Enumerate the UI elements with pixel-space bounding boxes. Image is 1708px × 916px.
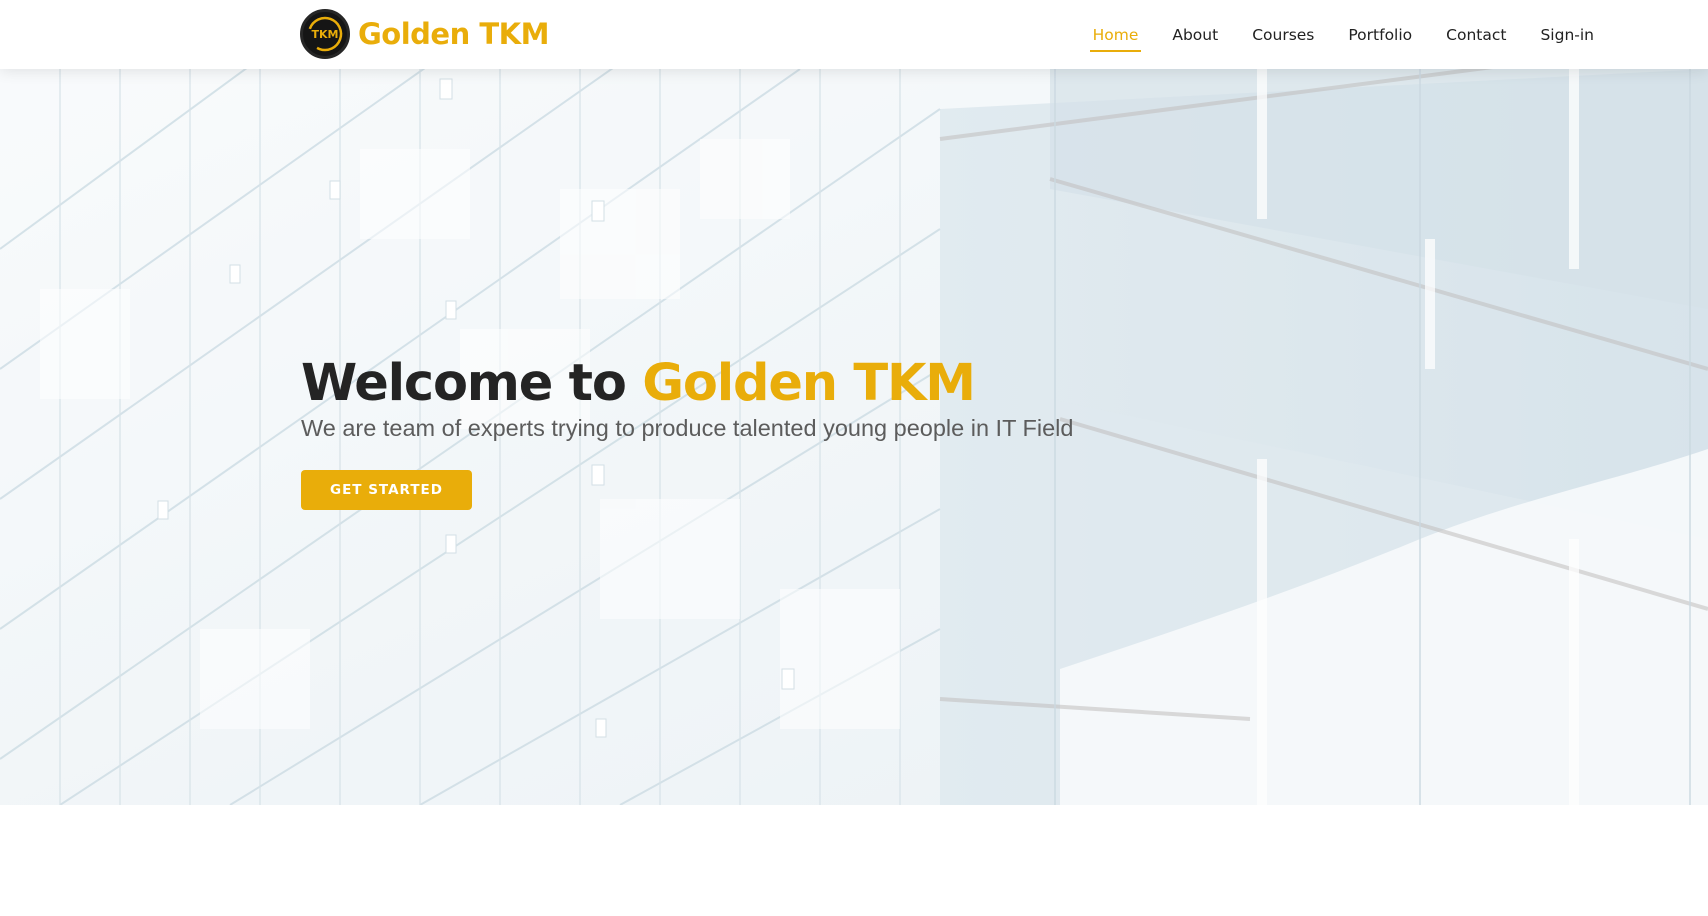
brand[interactable]: TKM Golden TKM [300, 9, 549, 59]
nav-courses[interactable]: Courses [1252, 20, 1314, 50]
site-header: TKM Golden TKM Home About Courses Portfo… [0, 0, 1708, 69]
nav-home[interactable]: Home [1089, 20, 1142, 52]
nav-contact[interactable]: Contact [1446, 20, 1506, 50]
nav-about[interactable]: About [1172, 20, 1218, 50]
page-below-hero [0, 805, 1708, 916]
nav-sign-in[interactable]: Sign-in [1540, 20, 1594, 50]
main-nav: Home About Courses Portfolio Contact Sig… [1089, 0, 1594, 69]
hero-content: Welcome to Golden TKM We are team of exp… [301, 355, 1201, 510]
get-started-button[interactable]: GET STARTED [301, 470, 472, 510]
hero-title-prefix: Welcome to [301, 354, 643, 413]
hero-subtitle: We are team of experts trying to produce… [301, 415, 1074, 441]
logo-text: TKM [312, 28, 339, 41]
hero-title-accent: Golden TKM [642, 354, 976, 413]
hero-section: Welcome to Golden TKM We are team of exp… [0, 69, 1708, 805]
hero-title: Welcome to Golden TKM [301, 355, 1201, 413]
logo-icon[interactable]: TKM [300, 9, 350, 59]
nav-portfolio[interactable]: Portfolio [1348, 20, 1412, 50]
brand-name[interactable]: Golden TKM [358, 17, 549, 51]
